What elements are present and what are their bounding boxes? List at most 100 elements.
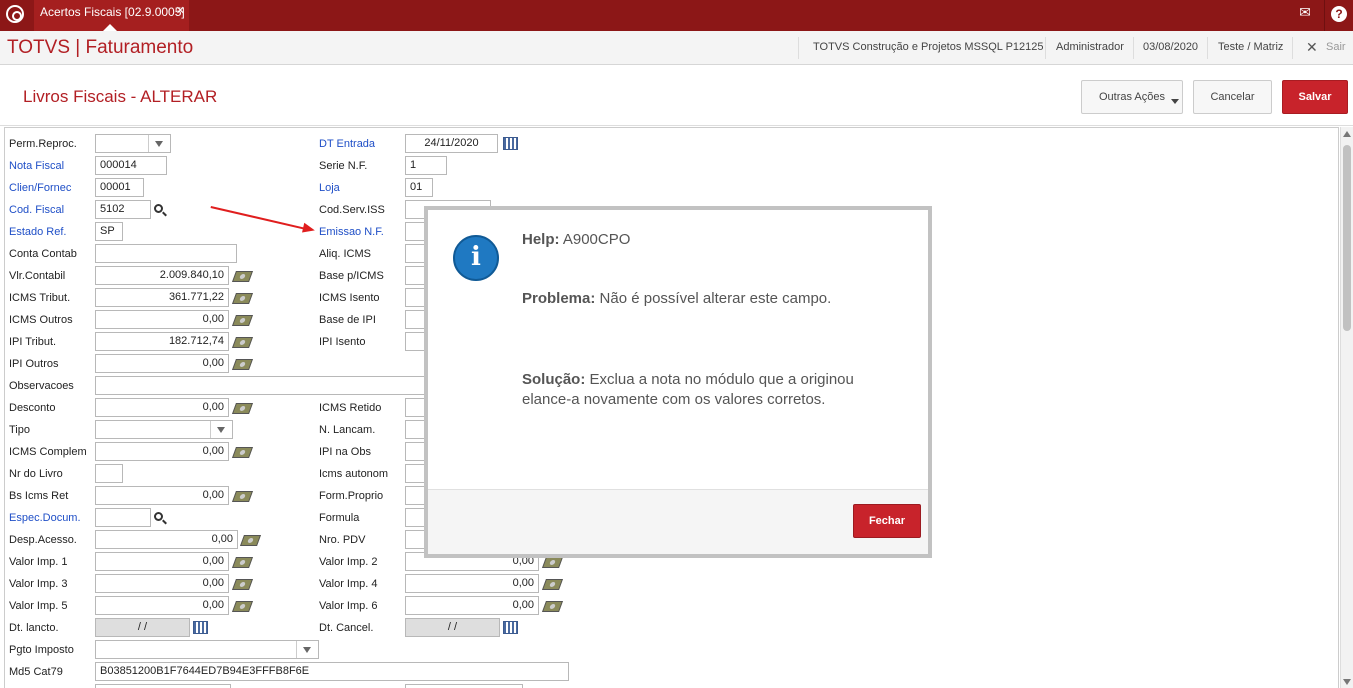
label-valor-imp-4: Valor Imp. 4 <box>319 578 378 590</box>
vertical-scrollbar[interactable] <box>1340 127 1353 688</box>
scroll-thumb[interactable] <box>1343 145 1351 331</box>
dt-entrada-field[interactable]: 24/11/2020 <box>405 134 498 153</box>
divider <box>798 37 799 59</box>
label-desconto: Desconto <box>9 402 56 414</box>
label-estado-ref: Estado Ref. <box>9 226 67 238</box>
search-icon[interactable] <box>154 204 163 213</box>
label-valor-imp-2: Valor Imp. 2 <box>319 556 378 568</box>
ipi-tribut-field[interactable]: 182.712,74 <box>95 332 229 351</box>
label-md5-cat79: Md5 Cat79 <box>9 666 63 678</box>
vlr-contabil-field[interactable]: 2.009.840,10 <box>95 266 229 285</box>
desp-acesso-field[interactable]: 0,00 <box>95 530 238 549</box>
label-ipi-outros: IPI Outros <box>9 358 59 370</box>
pgto-imposto-select[interactable] <box>95 640 319 659</box>
exit-link[interactable]: Sair <box>1326 41 1346 53</box>
chevron-down-icon[interactable] <box>148 135 170 152</box>
loja-field[interactable]: 01 <box>405 178 433 197</box>
page-header: Livros Fiscais - ALTERAR Outras Ações Ca… <box>0 66 1353 126</box>
valor-imp-5-field[interactable]: 0,00 <box>95 596 229 615</box>
calendar-icon[interactable] <box>503 137 518 150</box>
desconto-field[interactable]: 0,00 <box>95 398 229 417</box>
chevron-down-icon[interactable] <box>296 641 318 658</box>
valor-imp-3-field[interactable]: 0,00 <box>95 574 229 593</box>
environment-info[interactable]: TOTVS Construção e Projetos MSSQL P12125 <box>813 41 1044 53</box>
dt-lancto-field[interactable]: / / <box>95 618 190 637</box>
exit-icon[interactable]: ✕ <box>1306 39 1318 56</box>
app-header: TOTVS | Faturamento TOTVS Construção e P… <box>0 31 1353 65</box>
clien-fornec-field[interactable]: 00001 <box>95 178 144 197</box>
help-icon[interactable]: ? <box>1331 6 1347 22</box>
scroll-up-icon[interactable] <box>1343 131 1351 137</box>
dt-cancel-field[interactable]: / / <box>405 618 500 637</box>
valor-imp-6-field[interactable]: 0,00 <box>405 596 539 615</box>
base-date[interactable]: 03/08/2020 <box>1143 41 1198 53</box>
cancel-button[interactable]: Cancelar <box>1193 80 1272 114</box>
help-code: A900CPO <box>562 231 631 248</box>
divider <box>1045 37 1046 59</box>
scroll-down-icon[interactable] <box>1343 679 1351 685</box>
label-base-p-icms: Base p/ICMS <box>319 270 384 282</box>
observacoes-field[interactable] <box>95 376 435 395</box>
solution-message-line2: elance-a novamente com os valores corret… <box>522 391 826 408</box>
serie-nf-field[interactable]: 1 <box>405 156 447 175</box>
label-serie-nf: Serie N.F. <box>319 160 368 172</box>
nota-fiscal-field[interactable]: 000014 <box>95 156 167 175</box>
espec-docum-field[interactable] <box>95 508 151 527</box>
label-ipi-isento: IPI Isento <box>319 336 366 348</box>
tab-close-icon[interactable]: ✕ <box>176 4 185 17</box>
totvs-logo-icon[interactable] <box>6 5 24 23</box>
info-icon: i <box>453 235 499 281</box>
ipi-outros-field[interactable]: 0,00 <box>95 354 229 373</box>
calendar-icon[interactable] <box>503 621 518 634</box>
top-bar: Acertos Fiscais [02.9.0005] ✕ ✉ ? <box>0 0 1353 31</box>
outras-acoes-button[interactable]: Outras Ações <box>1081 80 1183 114</box>
label-formula: Formula <box>319 512 360 524</box>
label-icms-complem: ICMS Complem <box>9 446 87 458</box>
tab-acertos-fiscais[interactable]: Acertos Fiscais [02.9.0005] ✕ <box>34 0 189 31</box>
icms-complem-field[interactable]: 0,00 <box>95 442 229 461</box>
label-dt-entrada: DT Entrada <box>319 138 376 150</box>
icms-tribut-field[interactable]: 361.771,22 <box>95 288 229 307</box>
label-valor-imp-6: Valor Imp. 6 <box>319 600 378 612</box>
label-icms-isento: ICMS Isento <box>319 292 380 304</box>
label-desp-acesso: Desp.Acesso. <box>9 534 77 546</box>
label-icms-retido: ICMS Retido <box>319 402 382 414</box>
bs-icms-ret-field[interactable]: 0,00 <box>95 486 229 505</box>
solution-text: Solução: Exclua a nota no módulo que a o… <box>522 371 854 388</box>
search-icon[interactable] <box>154 512 163 521</box>
label-conta-contab: Conta Contab <box>9 248 77 260</box>
valor-imp-1-field[interactable]: 0,00 <box>95 552 229 571</box>
label-ipi-tribut: IPI Tribut. <box>9 336 57 348</box>
divider <box>1133 37 1134 59</box>
next-field-partial[interactable] <box>95 684 231 688</box>
solution-message-line1: Exclua a nota no módulo que a originou <box>589 371 854 388</box>
nr-livro-field[interactable] <box>95 464 123 483</box>
problem-text: Problema: Não é possível alterar este ca… <box>522 290 831 307</box>
label-vlr-contabil: Vlr.Contabil <box>9 270 66 282</box>
label-ipi-na-obs: IPI na Obs <box>319 446 371 458</box>
cod-fiscal-field[interactable]: 5102 <box>95 200 151 219</box>
icms-outros-field[interactable]: 0,00 <box>95 310 229 329</box>
md5-cat79-field[interactable]: B03851200B1F7644ED7B94E3FFFB8F6E <box>95 662 569 681</box>
label-base-de-ipi: Base de IPI <box>319 314 376 326</box>
close-button[interactable]: Fechar <box>853 504 921 538</box>
divider <box>1324 0 1325 31</box>
branch-info[interactable]: Teste / Matriz <box>1218 41 1283 53</box>
tab-active-caret <box>103 24 117 31</box>
calendar-icon[interactable] <box>193 621 208 634</box>
label-emissao-nf: Emissao N.F. <box>319 226 384 238</box>
save-button[interactable]: Salvar <box>1282 80 1348 114</box>
chevron-down-icon[interactable] <box>210 421 232 438</box>
label-cod-fiscal: Cod. Fiscal <box>9 204 65 216</box>
valor-imp-4-field[interactable]: 0,00 <box>405 574 539 593</box>
outras-acoes-label: Outras Ações <box>1098 91 1166 103</box>
mail-icon[interactable]: ✉ <box>1294 4 1316 24</box>
label-aliq-icms: Aliq. ICMS <box>319 248 371 260</box>
next-field-partial[interactable] <box>405 684 523 688</box>
label-n-lancam: N. Lancam. <box>319 424 376 436</box>
label-dt-lancto: Dt. lancto. <box>9 622 59 634</box>
user-name[interactable]: Administrador <box>1056 41 1124 53</box>
conta-contab-field[interactable] <box>95 244 237 263</box>
estado-ref-field[interactable]: SP <box>95 222 123 241</box>
problem-label: Problema: <box>522 290 596 307</box>
